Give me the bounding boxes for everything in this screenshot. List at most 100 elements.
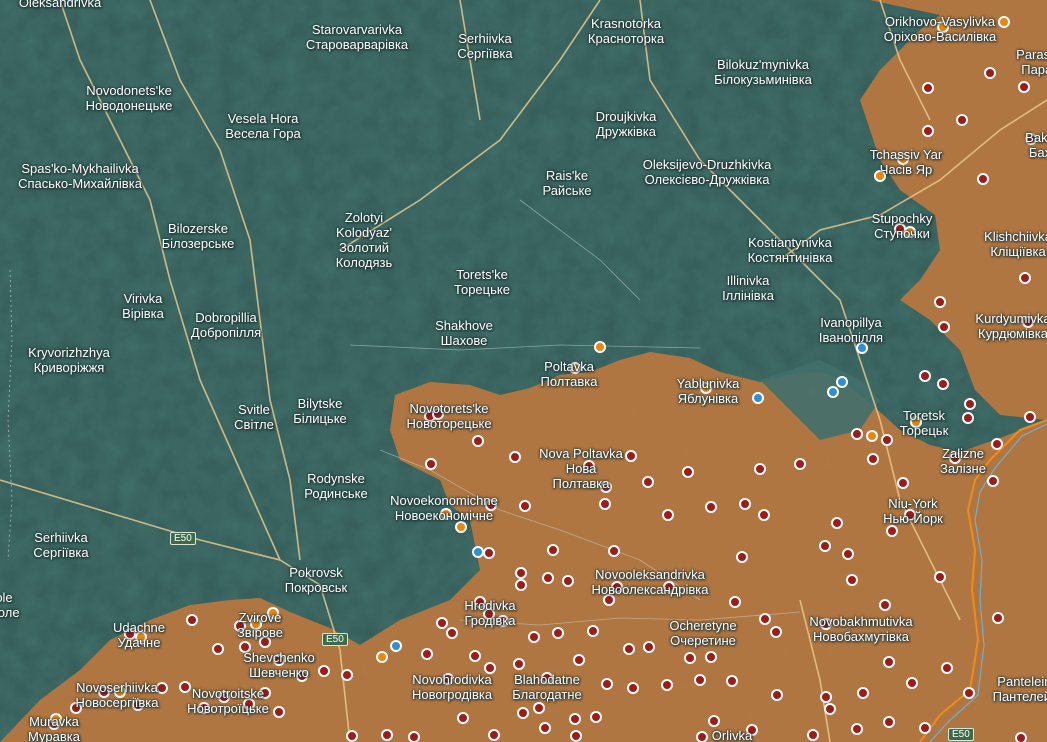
red-marker[interactable] [758, 509, 770, 521]
place-label[interactable]: Kurdyumivka Курдюмівка [975, 311, 1047, 341]
red-marker[interactable] [341, 669, 353, 681]
red-marker[interactable] [984, 67, 996, 79]
place-label[interactable]: Orikhovo-Vasylivka Оріхово-Василівка [884, 14, 996, 44]
place-label[interactable]: Tchassiv Yar Часів Яр [870, 147, 943, 177]
red-marker[interactable] [771, 689, 783, 701]
place-label[interactable]: Blahodatne Благодатне [512, 672, 582, 702]
place-label[interactable]: oleСоле [0, 590, 20, 620]
place-label[interactable]: Nova Poltavka Нова Полтавка [539, 446, 623, 491]
place-label[interactable]: Novobakhmutivka Новобахмутівка [809, 614, 912, 644]
red-marker[interactable] [542, 572, 554, 584]
red-marker[interactable] [587, 625, 599, 637]
red-marker[interactable] [846, 574, 858, 586]
red-marker[interactable] [515, 579, 527, 591]
red-marker[interactable] [962, 412, 974, 424]
red-marker[interactable] [642, 476, 654, 488]
red-marker[interactable] [569, 713, 581, 725]
red-marker[interactable] [627, 682, 639, 694]
red-marker[interactable] [601, 678, 613, 690]
red-marker[interactable] [938, 321, 950, 333]
red-marker[interactable] [682, 466, 694, 478]
place-label[interactable]: Bilozerske Білозерське [162, 221, 235, 251]
place-label[interactable]: Novohrodivka Новогродівка [412, 672, 492, 702]
red-marker[interactable] [934, 571, 946, 583]
red-marker[interactable] [729, 596, 741, 608]
orange-marker[interactable] [594, 341, 606, 353]
place-label[interactable]: Bilytske Білицьке [293, 396, 347, 426]
red-marker[interactable] [519, 500, 531, 512]
place-label[interactable]: ParaskoПарас [1016, 47, 1047, 77]
red-marker[interactable] [662, 509, 674, 521]
red-marker[interactable] [987, 475, 999, 487]
red-marker[interactable] [684, 652, 696, 664]
place-label[interactable]: Kryvorizhzhya Криворіжжя [28, 345, 110, 375]
red-marker[interactable] [867, 453, 879, 465]
place-label[interactable]: Oleksandrivka [19, 0, 101, 10]
place-label[interactable]: Poltavka Полтавка [540, 359, 597, 389]
place-label[interactable]: PanteleimonivkaПантелеймонівка [993, 674, 1047, 704]
orange-marker[interactable] [998, 16, 1010, 28]
red-marker[interactable] [831, 517, 843, 529]
red-marker[interactable] [879, 599, 891, 611]
place-label[interactable]: Droujkivka Дружківка [596, 109, 657, 139]
place-label[interactable]: Rais'ke Райське [542, 168, 591, 198]
place-label[interactable]: Novodonets'ke Новодонецьке [86, 83, 173, 113]
place-label[interactable]: Svitle Світле [234, 402, 274, 432]
red-marker[interactable] [1024, 411, 1036, 423]
red-marker[interactable] [625, 450, 637, 462]
red-marker[interactable] [552, 627, 564, 639]
red-marker[interactable] [919, 722, 931, 734]
red-marker[interactable] [842, 548, 854, 560]
place-label[interactable]: Ocheretyne Очеретине [669, 618, 736, 648]
red-marker[interactable] [1015, 732, 1027, 742]
red-marker[interactable] [562, 575, 574, 587]
red-marker[interactable] [883, 716, 895, 728]
blue-marker[interactable] [827, 386, 839, 398]
red-marker[interactable] [696, 731, 708, 742]
place-label[interactable]: Krasnotorka Красноторка [588, 16, 664, 46]
red-marker[interactable] [851, 428, 863, 440]
red-marker[interactable] [794, 458, 806, 470]
red-marker[interactable] [517, 707, 529, 719]
map-canvas[interactable]: E50 E50 E50 Oleksandrivka Starovarvarivk… [0, 0, 1047, 742]
red-marker[interactable] [573, 654, 585, 666]
red-marker[interactable] [922, 82, 934, 94]
red-marker[interactable] [1018, 81, 1030, 93]
red-marker[interactable] [513, 658, 525, 670]
red-marker[interactable] [186, 614, 198, 626]
place-label[interactable]: Zvirove Звірове [237, 610, 283, 640]
place-label[interactable]: Zolotyi Kolodyaz' Золотий Колодязь [336, 210, 393, 270]
place-label[interactable]: Starovarvarivka Староварварівка [306, 22, 408, 52]
red-marker[interactable] [488, 729, 500, 741]
red-marker[interactable] [736, 551, 748, 563]
place-label[interactable]: Serhiivka Сергіївка [33, 530, 88, 560]
place-label[interactable]: Vesela Hora Весела Гора [225, 111, 301, 141]
red-marker[interactable] [726, 675, 738, 687]
place-label[interactable]: Kostiantynivka Костянтинівка [748, 235, 833, 265]
red-marker[interactable] [643, 641, 655, 653]
red-marker[interactable] [318, 665, 330, 677]
orange-marker[interactable] [376, 651, 388, 663]
blue-marker[interactable] [472, 546, 484, 558]
place-label[interactable]: Novotorets'ke Новоторецьке [406, 401, 491, 431]
blue-marker[interactable] [390, 640, 402, 652]
place-label[interactable]: Illinivka Іллінівка [722, 273, 774, 303]
red-marker[interactable] [937, 378, 949, 390]
red-marker[interactable] [824, 703, 836, 715]
place-label[interactable]: Spas'ko-Mykhailivka Спасько-Михайлівка [18, 161, 142, 191]
red-marker[interactable] [694, 674, 706, 686]
red-marker[interactable] [1019, 272, 1031, 284]
red-marker[interactable] [906, 677, 918, 689]
red-marker[interactable] [770, 626, 782, 638]
place-label[interactable]: Novooleksandrivka Новоолександрівка [592, 567, 709, 597]
red-marker[interactable] [590, 711, 602, 723]
red-marker[interactable] [857, 687, 869, 699]
red-marker[interactable] [547, 544, 559, 556]
red-marker[interactable] [759, 613, 771, 625]
place-label[interactable]: Udachne Удачне [113, 620, 165, 650]
place-label[interactable]: Muravka Муравка [28, 714, 80, 742]
blue-marker[interactable] [836, 376, 848, 388]
red-marker[interactable] [705, 651, 717, 663]
place-label[interactable]: Niu-York Нью-Йорк [883, 496, 943, 526]
red-marker[interactable] [956, 114, 968, 126]
